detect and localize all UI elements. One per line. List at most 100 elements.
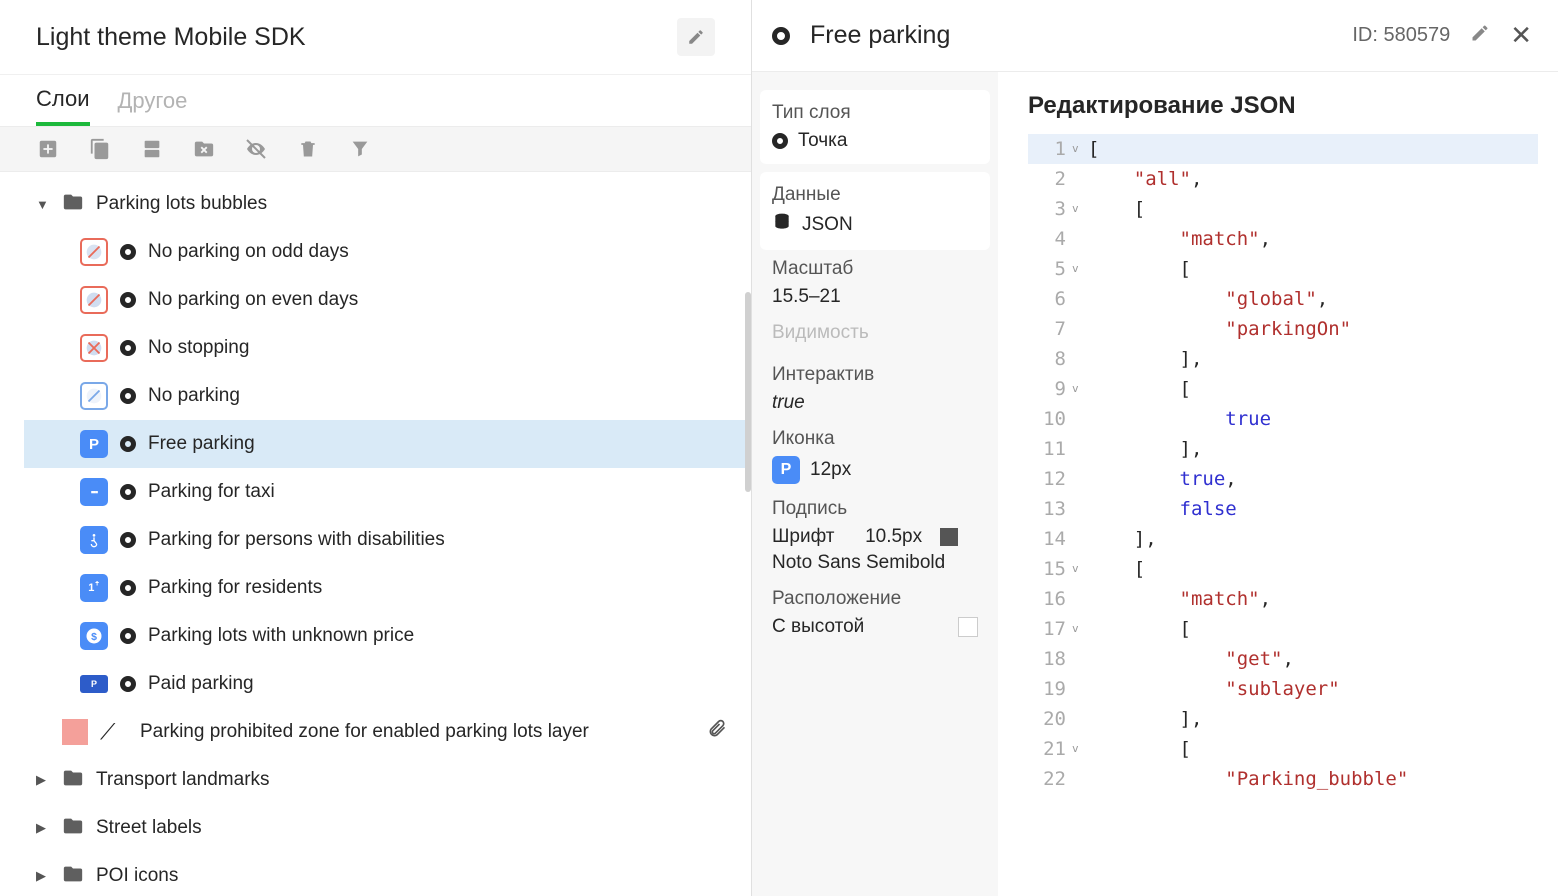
line-number: 9	[1028, 374, 1072, 404]
code-line[interactable]: 8 ],	[1028, 344, 1538, 374]
code-line[interactable]: 13 false	[1028, 494, 1538, 524]
prop-icon[interactable]: Иконка P12px	[752, 428, 998, 498]
fold-icon[interactable]: v	[1072, 194, 1088, 224]
edit-style-button[interactable]	[677, 18, 715, 56]
layer-label: Parking prohibited zone for enabled park…	[140, 721, 589, 743]
code-area[interactable]: 1v[2 "all",3v [4 "match",5v [6 "global",…	[1028, 134, 1538, 794]
code-line[interactable]: 21v [	[1028, 734, 1538, 764]
line-number: 4	[1028, 224, 1072, 254]
code-line[interactable]: 12 true,	[1028, 464, 1538, 494]
line-number: 1	[1028, 134, 1072, 164]
tree-folder[interactable]: ▼ Parking lots bubbles	[24, 180, 751, 228]
parking-icon: P	[772, 456, 800, 484]
tab-layers[interactable]: Слои	[36, 75, 90, 126]
line-number: 11	[1028, 434, 1072, 464]
visibility-toggle-icon[interactable]	[772, 27, 790, 45]
tree-layer[interactable]: Parking for persons with disabilities	[24, 516, 751, 564]
folder-label: POI icons	[96, 865, 178, 887]
visibility-button[interactable]	[244, 137, 268, 161]
delete-button[interactable]	[296, 137, 320, 161]
filter-button[interactable]	[348, 137, 372, 161]
tree-folder[interactable]: ▶ POI icons	[24, 852, 751, 896]
folder-icon	[62, 863, 84, 890]
code-line[interactable]: 18 "get",	[1028, 644, 1538, 674]
code-line[interactable]: 10 true	[1028, 404, 1538, 434]
visibility-icon	[120, 388, 136, 404]
code-line[interactable]: 19 "sublayer"	[1028, 674, 1538, 704]
code-line[interactable]: 22 "Parking_bubble"	[1028, 764, 1538, 794]
tab-other[interactable]: Другое	[118, 75, 188, 126]
pencil-icon	[687, 28, 705, 46]
tree-layer[interactable]: $Parking lots with unknown price	[24, 612, 751, 660]
add-button[interactable]	[36, 137, 60, 161]
tree-layer[interactable]: PPaid parking	[24, 660, 751, 708]
line-number: 12	[1028, 464, 1072, 494]
code-line[interactable]: 6 "global",	[1028, 284, 1538, 314]
fold-icon[interactable]: v	[1072, 614, 1088, 644]
fold-icon[interactable]: v	[1072, 374, 1088, 404]
json-editor: Редактирование JSON 1v[2 "all",3v [4 "ma…	[998, 72, 1558, 896]
code-line[interactable]: 11 ],	[1028, 434, 1538, 464]
tree-folder[interactable]: ▶ Transport landmarks	[24, 756, 751, 804]
code-line[interactable]: 20 ],	[1028, 704, 1538, 734]
tree-layer[interactable]: No parking	[24, 372, 751, 420]
prop-interactive[interactable]: Интерактив true	[752, 364, 998, 428]
layer-label: Parking for residents	[148, 577, 322, 599]
close-button[interactable]: ✕	[1510, 20, 1532, 51]
line-number: 10	[1028, 404, 1072, 434]
layer-label: No parking on even days	[148, 289, 358, 311]
tree-layer[interactable]: No parking on odd days	[24, 228, 751, 276]
scrollbar[interactable]	[745, 292, 751, 492]
eye-off-icon	[244, 137, 268, 161]
visibility-icon	[120, 532, 136, 548]
code-line[interactable]: 1v[	[1028, 134, 1538, 164]
code-line[interactable]: 2 "all",	[1028, 164, 1538, 194]
folder-icon	[62, 815, 84, 842]
line-number: 17	[1028, 614, 1072, 644]
code-line[interactable]: 9v [	[1028, 374, 1538, 404]
code-line[interactable]: 5v [	[1028, 254, 1538, 284]
code-line[interactable]: 3v [	[1028, 194, 1538, 224]
header: Light theme Mobile SDK	[0, 0, 751, 75]
tree-layer-prohibited[interactable]: ⟋ Parking prohibited zone for enabled pa…	[24, 708, 751, 756]
fold-icon[interactable]: v	[1072, 254, 1088, 284]
layer-label: Free parking	[148, 433, 255, 455]
attachment-icon	[707, 718, 727, 746]
prop-scale[interactable]: Масштаб 15.5–21	[752, 258, 998, 322]
tree-layer[interactable]: No parking on even days	[24, 276, 751, 324]
line-number: 3	[1028, 194, 1072, 224]
copy-button[interactable]	[88, 137, 112, 161]
group-button[interactable]	[140, 137, 164, 161]
code-line[interactable]: 15v [	[1028, 554, 1538, 584]
checkbox[interactable]	[958, 617, 978, 637]
prop-data[interactable]: Данные JSON	[760, 172, 990, 250]
json-title: Редактирование JSON	[1028, 92, 1538, 120]
code-line[interactable]: 14 ],	[1028, 524, 1538, 554]
line-number: 21	[1028, 734, 1072, 764]
code-line[interactable]: 4 "match",	[1028, 224, 1538, 254]
funnel-icon	[349, 138, 371, 160]
code-line[interactable]: 7 "parkingOn"	[1028, 314, 1538, 344]
tree-layer[interactable]: ▪▪▪Parking for taxi	[24, 468, 751, 516]
code-line[interactable]: 16 "match",	[1028, 584, 1538, 614]
prop-visibility[interactable]: Видимость	[752, 322, 998, 364]
tree-folder[interactable]: ▶ Street labels	[24, 804, 751, 852]
tree-layer[interactable]: PFree parking	[24, 420, 751, 468]
line-number: 14	[1028, 524, 1072, 554]
fold-icon[interactable]: v	[1072, 734, 1088, 764]
prop-caption[interactable]: Подпись Шрифт 10.5px Noto Sans Semibold	[752, 498, 998, 588]
remove-folder-button[interactable]	[192, 137, 216, 161]
tree-layer[interactable]: 1ꜛParking for residents	[24, 564, 751, 612]
fold-icon[interactable]: v	[1072, 554, 1088, 584]
code-line[interactable]: 17v [	[1028, 614, 1538, 644]
edit-button[interactable]	[1470, 23, 1490, 48]
prop-layer-type[interactable]: Тип слоя Точка	[760, 90, 990, 164]
line-number: 2	[1028, 164, 1072, 194]
tree-layer[interactable]: No stopping	[24, 324, 751, 372]
chevron-right-icon: ▶	[36, 868, 50, 884]
line-icon: ⟋	[100, 719, 128, 745]
fold-icon[interactable]: v	[1072, 134, 1088, 164]
line-number: 22	[1028, 764, 1072, 794]
prop-placement[interactable]: Расположение С высотой	[752, 588, 998, 652]
no-parking-odd-icon	[80, 238, 108, 266]
